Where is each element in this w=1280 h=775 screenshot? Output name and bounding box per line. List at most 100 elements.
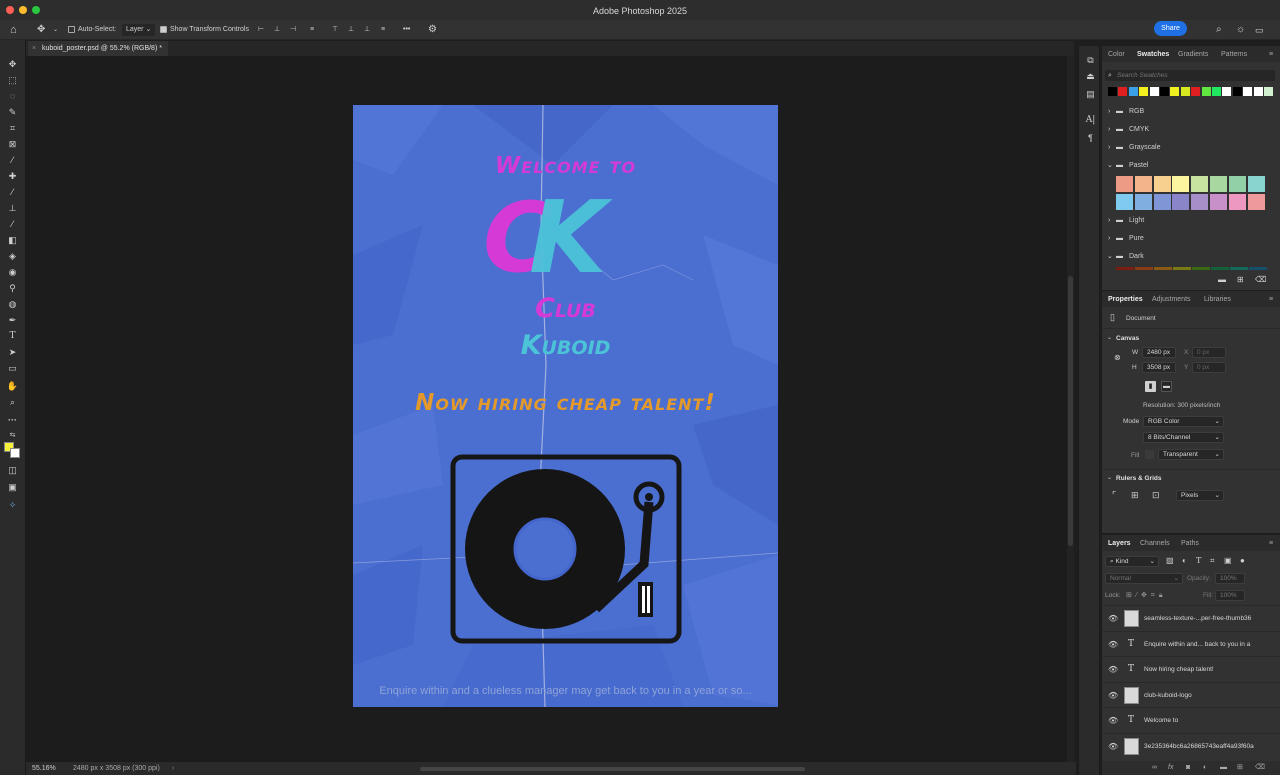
chevron-right-icon[interactable]: › bbox=[172, 762, 174, 775]
mask-icon[interactable]: ◙ bbox=[1186, 761, 1190, 775]
swatch[interactable] bbox=[1243, 87, 1253, 96]
fx-icon[interactable]: fx bbox=[1168, 761, 1173, 775]
quick-select-tool-icon[interactable]: ✎ bbox=[5, 106, 20, 118]
tab-channels[interactable]: Channels bbox=[1140, 535, 1170, 551]
ruler-icon[interactable]: ⌜ bbox=[1112, 490, 1116, 501]
x-field[interactable]: 0 px bbox=[1192, 347, 1226, 358]
visibility-eye-icon[interactable]: 👁︎ bbox=[1108, 632, 1118, 657]
y-field[interactable]: 0 px bbox=[1192, 362, 1226, 373]
swatch[interactable] bbox=[1149, 87, 1159, 96]
swatch[interactable] bbox=[1222, 87, 1232, 96]
swatch-group-pure[interactable]: › ▬ Pure bbox=[1102, 232, 1280, 246]
dodge-tool-icon[interactable]: ⚲ bbox=[5, 282, 20, 294]
tab-libraries[interactable]: Libraries bbox=[1204, 291, 1231, 307]
swatch-group-rgb[interactable]: › ▬ RGB bbox=[1102, 105, 1280, 119]
panel-menu-icon[interactable]: ≡ bbox=[1269, 46, 1273, 62]
swatch[interactable] bbox=[1116, 267, 1134, 270]
lasso-tool-icon[interactable]: ◌ bbox=[5, 90, 20, 102]
swatch-group-light[interactable]: › ▬ Light bbox=[1102, 214, 1280, 228]
units-select[interactable]: Pixels ⌄ bbox=[1176, 490, 1224, 501]
zoom-window-button[interactable] bbox=[32, 6, 40, 14]
fill-swatch[interactable] bbox=[1145, 450, 1154, 459]
swatch[interactable] bbox=[1253, 87, 1263, 96]
adjustment-layer-icon[interactable]: ◐ bbox=[1203, 761, 1207, 775]
history-icon[interactable]: ⧉ bbox=[1083, 54, 1098, 66]
close-window-button[interactable] bbox=[6, 6, 14, 14]
filter-smart-icon[interactable]: ▣ bbox=[1224, 556, 1232, 565]
workspace-icon[interactable]: ▭ bbox=[1255, 24, 1264, 36]
swatch-search-input[interactable] bbox=[1117, 71, 1267, 80]
bits-select[interactable]: 8 Bits/Channel ⌄ bbox=[1143, 432, 1224, 443]
swatch[interactable] bbox=[1134, 176, 1152, 192]
width-field[interactable]: 2480 px bbox=[1142, 347, 1176, 358]
filter-toggle-icon[interactable]: ● bbox=[1240, 556, 1245, 565]
generative-icon[interactable]: ✧ bbox=[5, 499, 20, 511]
swatch[interactable] bbox=[1154, 267, 1172, 270]
fill-field[interactable]: 100% bbox=[1215, 590, 1245, 601]
background-color-swatch[interactable] bbox=[10, 448, 20, 458]
swatch[interactable] bbox=[1170, 87, 1180, 96]
visibility-eye-icon[interactable]: 👁︎ bbox=[1108, 734, 1118, 759]
portrait-icon[interactable]: ▮ bbox=[1145, 381, 1156, 392]
search-icon[interactable]: ⌕ bbox=[1216, 24, 1222, 36]
swatch[interactable] bbox=[1228, 194, 1246, 210]
layer-row[interactable]: 👁︎ T Enquire within and... back to you in … bbox=[1102, 630, 1280, 657]
new-group-icon[interactable]: ▬ bbox=[1220, 761, 1227, 775]
marquee-tool-icon[interactable]: ⬚ bbox=[5, 74, 20, 86]
swatch[interactable] bbox=[1128, 87, 1138, 96]
path-select-tool-icon[interactable]: ➤ bbox=[5, 346, 20, 358]
fill-select[interactable]: Transparent ⌄ bbox=[1158, 449, 1224, 460]
swatch[interactable] bbox=[1180, 87, 1190, 96]
share-button[interactable]: Share bbox=[1154, 21, 1187, 36]
minimize-window-button[interactable] bbox=[19, 6, 27, 14]
frame-tool-icon[interactable]: ⊠ bbox=[5, 138, 20, 150]
swatch-group-cmyk[interactable]: › ▬ CMYK bbox=[1102, 123, 1280, 137]
vertical-scroll-thumb[interactable] bbox=[1068, 276, 1073, 546]
poster-canvas[interactable]: Welcome to C K Club Kuboid Now hiring ch… bbox=[353, 105, 778, 707]
align-right-icon[interactable]: ⊣ bbox=[290, 24, 296, 36]
chevron-down-icon[interactable]: ⌄ bbox=[53, 24, 58, 36]
mode-select[interactable]: RGB Color ⌄ bbox=[1143, 416, 1224, 427]
swatch-group-dark[interactable]: ⌄ ▬ Dark bbox=[1102, 250, 1280, 264]
auto-select-dropdown[interactable]: Layer ⌄ bbox=[122, 24, 156, 36]
plugins-icon[interactable]: ⏏ bbox=[1083, 70, 1098, 82]
swatch[interactable] bbox=[1201, 87, 1211, 96]
swatch[interactable] bbox=[1139, 87, 1149, 96]
swatch[interactable] bbox=[1210, 176, 1227, 192]
tab-paths[interactable]: Paths bbox=[1181, 535, 1199, 551]
panel-menu-icon[interactable]: ≡ bbox=[1269, 291, 1273, 307]
distribute-icon[interactable]: ≡ bbox=[310, 24, 314, 36]
swatch[interactable] bbox=[1108, 87, 1117, 96]
zoom-tool-icon[interactable]: ⌕ bbox=[5, 396, 20, 408]
swatch[interactable] bbox=[1191, 194, 1209, 210]
tab-patterns[interactable]: Patterns bbox=[1221, 46, 1247, 62]
swatch-search[interactable]: ⌕ bbox=[1105, 70, 1275, 81]
link-icon[interactable]: ⊗ bbox=[1114, 353, 1121, 362]
swatch[interactable] bbox=[1212, 87, 1221, 96]
tab-adjustments[interactable]: Adjustments bbox=[1152, 291, 1191, 307]
eyedropper-tool-icon[interactable]: ⁄ bbox=[5, 154, 20, 166]
blur-tool-icon[interactable]: ◉ bbox=[5, 266, 20, 278]
tab-color[interactable]: Color bbox=[1108, 46, 1125, 62]
more-tools-icon[interactable]: ··· bbox=[5, 414, 20, 426]
move-tool-icon[interactable]: ✥ bbox=[37, 24, 45, 36]
chevron-down-icon[interactable]: ⌄ bbox=[1107, 334, 1112, 341]
link-layers-icon[interactable]: ∞ bbox=[1152, 761, 1157, 775]
swatch-group-grayscale[interactable]: › ▬ Grayscale bbox=[1102, 141, 1280, 155]
align-middle-icon[interactable]: ⊥ bbox=[348, 24, 354, 36]
tab-layers[interactable]: Layers bbox=[1108, 535, 1131, 551]
swatch[interactable] bbox=[1116, 176, 1133, 192]
document-info[interactable]: 2480 px x 3508 px (300 ppi) bbox=[73, 762, 160, 775]
align-bottom-icon[interactable]: ⊥ bbox=[364, 24, 370, 36]
horizontal-scroll-thumb[interactable] bbox=[420, 767, 805, 771]
swatch[interactable] bbox=[1118, 87, 1128, 96]
gear-icon[interactable]: ⚙ bbox=[428, 24, 437, 36]
home-icon[interactable]: ⌂ bbox=[10, 24, 17, 36]
filter-type-icon[interactable]: T bbox=[1196, 556, 1201, 565]
swatch[interactable] bbox=[1153, 194, 1171, 210]
swatch[interactable] bbox=[1264, 87, 1273, 96]
panel-menu-icon[interactable]: ≡ bbox=[1269, 535, 1273, 551]
sponge-tool-icon[interactable]: ◍ bbox=[5, 298, 20, 310]
swatch[interactable] bbox=[1211, 267, 1229, 270]
new-swatch-icon[interactable]: ⊞ bbox=[1237, 275, 1244, 284]
